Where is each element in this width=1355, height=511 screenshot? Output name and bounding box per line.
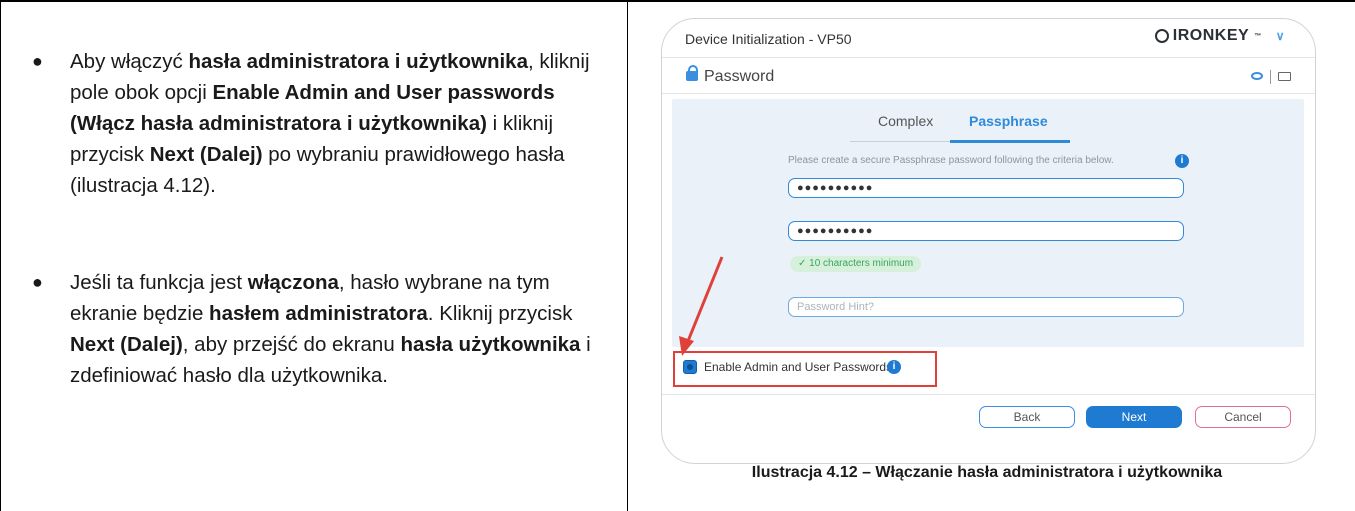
annotation-arrow-icon (679, 256, 724, 356)
figure-caption: Ilustracja 4.12 – Włączanie hasła admini… (751, 464, 1223, 481)
